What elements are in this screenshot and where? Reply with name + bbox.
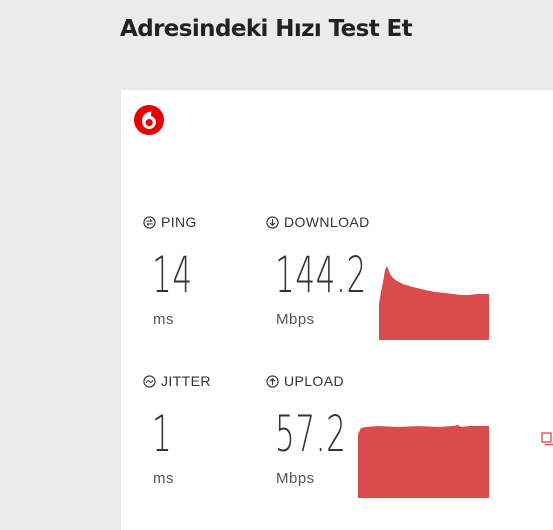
upload-arrow-icon <box>266 374 279 388</box>
upload-label-text: UPLOAD <box>284 373 344 389</box>
upload-unit: Mbps <box>276 470 315 487</box>
jitter-value: 1 <box>152 405 173 463</box>
download-speed-graph <box>379 266 489 340</box>
vodafone-logo-icon <box>134 105 164 135</box>
ping-unit: ms <box>153 311 174 328</box>
jitter-label-text: JITTER <box>161 373 211 389</box>
page-title: Adresindeki Hızı Test Et <box>120 16 413 42</box>
download-value: 144.2 <box>275 246 367 304</box>
copy-icon[interactable] <box>541 432 553 446</box>
download-label: DOWNLOAD <box>266 214 370 230</box>
upload-label: UPLOAD <box>266 373 344 389</box>
ping-value: 14 <box>152 246 193 304</box>
download-graph-area <box>379 266 489 340</box>
ping-icon <box>143 215 156 229</box>
upload-graph-area <box>358 425 489 498</box>
jitter-icon <box>143 374 156 388</box>
download-label-text: DOWNLOAD <box>284 214 370 230</box>
download-arrow-icon <box>266 215 279 229</box>
jitter-unit: ms <box>153 470 174 487</box>
speed-test-card: PING 14 ms DOWNLOAD 144.2 Mbps JITTER 1 … <box>121 90 553 530</box>
ping-label: PING <box>143 214 197 230</box>
upload-speed-graph <box>358 425 489 498</box>
upload-value: 57.2 <box>275 405 347 463</box>
download-unit: Mbps <box>276 311 315 328</box>
ping-label-text: PING <box>161 214 197 230</box>
jitter-label: JITTER <box>143 373 211 389</box>
